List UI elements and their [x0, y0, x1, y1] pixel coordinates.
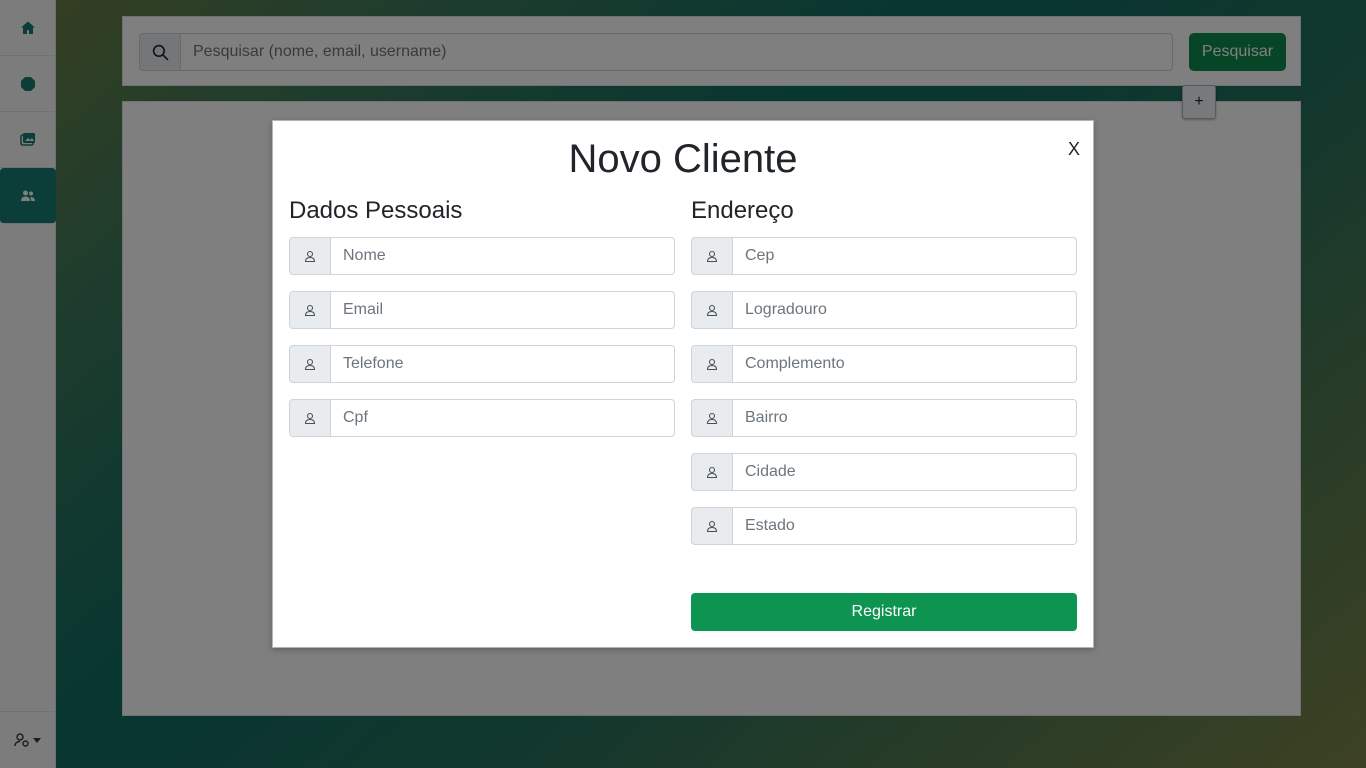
- name-field-group: [289, 237, 675, 275]
- street-field-group: [691, 291, 1077, 329]
- person-icon: [691, 453, 733, 491]
- email-field-group: [289, 291, 675, 329]
- cpf-field-group: [289, 399, 675, 437]
- phone-field-group: [289, 345, 675, 383]
- person-icon: [691, 237, 733, 275]
- address-heading: Endereço: [691, 197, 794, 224]
- street-input[interactable]: [733, 291, 1077, 329]
- new-client-modal: Novo Cliente X Dados Pessoais Endereço: [272, 120, 1094, 648]
- person-icon: [289, 345, 331, 383]
- person-icon: [691, 345, 733, 383]
- cep-input[interactable]: [733, 237, 1077, 275]
- register-button[interactable]: Registrar: [691, 593, 1077, 631]
- complement-input[interactable]: [733, 345, 1077, 383]
- person-icon: [691, 291, 733, 329]
- personal-data-heading: Dados Pessoais: [289, 197, 463, 224]
- address-section: Endereço: [691, 197, 1077, 561]
- person-icon: [691, 399, 733, 437]
- city-input[interactable]: [733, 453, 1077, 491]
- state-field-group: [691, 507, 1077, 545]
- person-icon: [691, 507, 733, 545]
- person-icon: [289, 399, 331, 437]
- cpf-input[interactable]: [331, 399, 675, 437]
- personal-data-section: Dados Pessoais: [289, 197, 675, 453]
- neighborhood-field-group: [691, 399, 1077, 437]
- close-button[interactable]: X: [1068, 139, 1080, 160]
- modal-title: Novo Cliente: [568, 137, 798, 181]
- neighborhood-input[interactable]: [733, 399, 1077, 437]
- name-input[interactable]: [331, 237, 675, 275]
- email-input[interactable]: [331, 291, 675, 329]
- phone-input[interactable]: [331, 345, 675, 383]
- cep-field-group: [691, 237, 1077, 275]
- person-icon: [289, 291, 331, 329]
- complement-field-group: [691, 345, 1077, 383]
- state-input[interactable]: [733, 507, 1077, 545]
- city-field-group: [691, 453, 1077, 491]
- person-icon: [289, 237, 331, 275]
